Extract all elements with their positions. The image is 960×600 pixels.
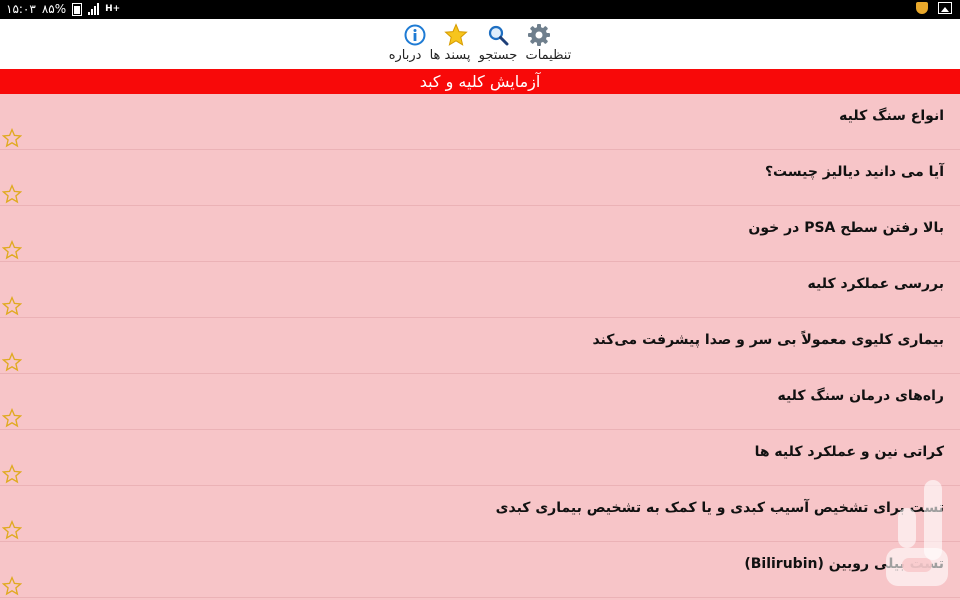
status-right [916, 2, 952, 14]
security-app-icon [916, 2, 928, 14]
search-button[interactable] [485, 22, 511, 48]
list-item[interactable]: بیماری کلیوی معمولاً بی سر و صدا پیشرفت … [0, 318, 960, 374]
battery-icon [72, 2, 83, 16]
list-item-title: تست برای تشخیص آسیب کبدی و یا کمک به تشخ… [495, 500, 944, 516]
status-left: ۱۵:۰۳ ۸۵% H+ [6, 2, 120, 16]
list-item[interactable]: کراتی نین و عملکرد کلیه ها [0, 430, 960, 486]
favorite-star-icon[interactable] [2, 184, 22, 204]
list-item-title: راه‌های درمان سنگ کلیه [777, 388, 944, 404]
favorite-star-icon[interactable] [2, 520, 22, 540]
signal-icon [88, 3, 100, 15]
category-header: آزمایش کلیه و کبد [0, 69, 960, 94]
toolbar-icons [402, 22, 552, 48]
favorite-star-icon[interactable] [2, 352, 22, 372]
favorite-star-icon[interactable] [2, 296, 22, 316]
list-item-title: بالا رفتن سطح PSA در خون [748, 220, 944, 236]
search-label[interactable]: جستجو [479, 48, 518, 63]
list-item-title: بررسی عملکرد کلیه [807, 276, 944, 292]
clock: ۱۵:۰۳ [6, 2, 36, 16]
favorite-star-icon[interactable] [2, 128, 22, 148]
toolbar-labels: تنظیمات جستجو پسند ها درباره [0, 48, 960, 63]
settings-button[interactable] [526, 22, 552, 48]
store-logo-watermark [886, 480, 948, 586]
list-item[interactable]: راه‌های درمان سنگ کلیه [0, 374, 960, 430]
status-bar: ۱۵:۰۳ ۸۵% H+ [0, 0, 960, 19]
settings-label[interactable]: تنظیمات [525, 48, 571, 63]
battery-percent: ۸۵% [41, 2, 67, 16]
page-title: آزمایش کلیه و کبد [419, 72, 541, 91]
image-notification-icon [938, 2, 952, 14]
list-item[interactable]: بالا رفتن سطح PSA در خون [0, 206, 960, 262]
article-list: انواع سنگ کلیه آیا می دانید دیالیز چیست؟… [0, 94, 960, 598]
favorites-button[interactable] [443, 22, 469, 48]
about-label[interactable]: درباره [389, 48, 422, 63]
gear-icon [527, 24, 550, 46]
list-item-title: انواع سنگ کلیه [839, 108, 944, 124]
about-button[interactable] [402, 22, 428, 48]
toolbar: تنظیمات جستجو پسند ها درباره [0, 19, 960, 69]
favorite-star-icon[interactable] [2, 240, 22, 260]
list-item[interactable]: بررسی عملکرد کلیه [0, 262, 960, 318]
favorite-star-icon[interactable] [2, 464, 22, 484]
search-icon [488, 25, 509, 46]
favorite-star-icon[interactable] [2, 576, 22, 596]
list-item-title: بیماری کلیوی معمولاً بی سر و صدا پیشرفت … [592, 332, 944, 348]
list-item-title: کراتی نین و عملکرد کلیه ها [754, 444, 944, 460]
list-item[interactable]: تست بیلی روبین (Bilirubin) [0, 542, 960, 598]
info-icon [404, 24, 426, 46]
list-item[interactable]: آیا می دانید دیالیز چیست؟ [0, 150, 960, 206]
network-type: H+ [105, 4, 121, 14]
favorites-label[interactable]: پسند ها [430, 48, 471, 63]
list-item[interactable]: انواع سنگ کلیه [0, 94, 960, 150]
list-item-title: آیا می دانید دیالیز چیست؟ [764, 164, 944, 180]
list-item[interactable]: تست برای تشخیص آسیب کبدی و یا کمک به تشخ… [0, 486, 960, 542]
favorite-star-icon[interactable] [2, 408, 22, 428]
star-icon [444, 23, 469, 46]
